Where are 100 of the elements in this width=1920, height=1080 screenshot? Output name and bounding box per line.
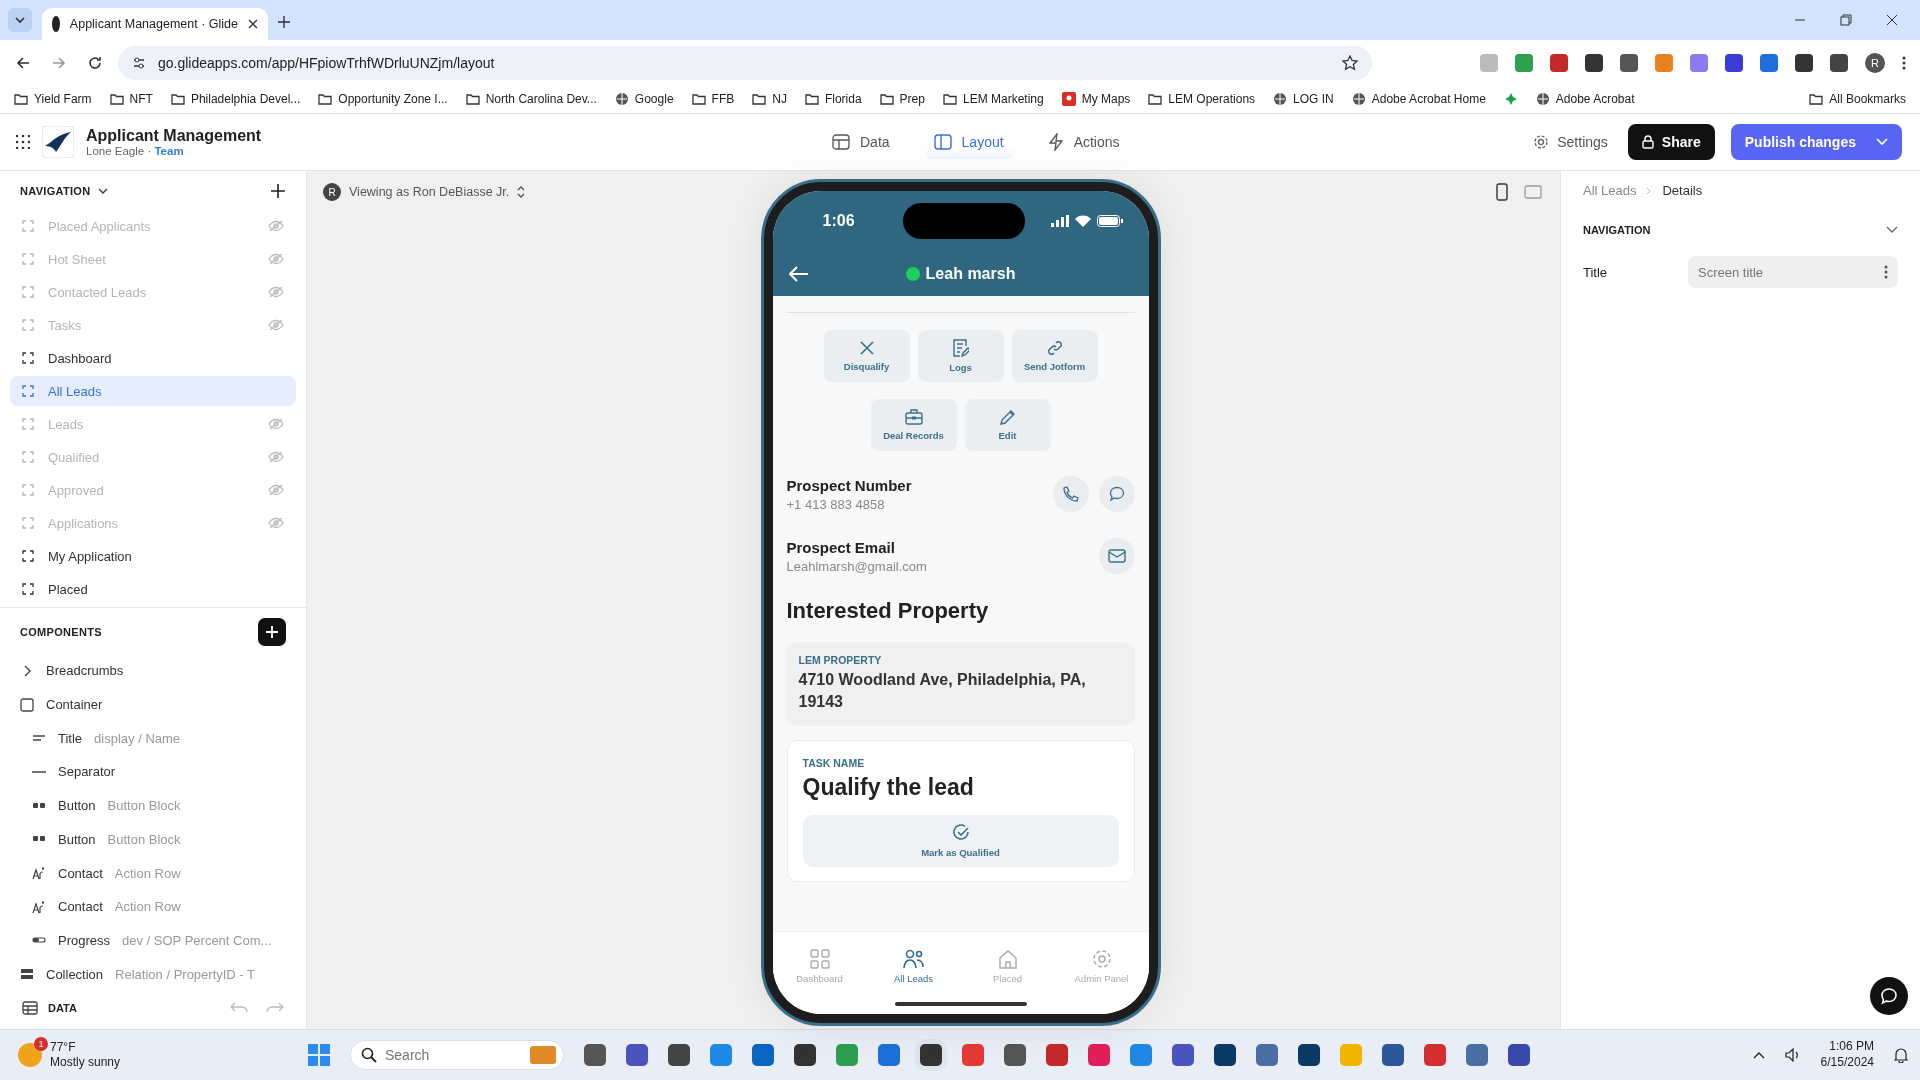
bell-icon[interactable] xyxy=(1894,1047,1908,1063)
component-item[interactable]: Progress dev / SOP Percent Com... xyxy=(20,923,286,958)
extension-icon[interactable] xyxy=(1795,53,1813,72)
bookmark[interactable]: North Carolina Dev... xyxy=(465,92,597,106)
chevron-down-icon[interactable] xyxy=(1886,226,1898,234)
component-item[interactable]: Contact Action Row xyxy=(20,856,286,890)
close-icon[interactable] xyxy=(248,19,258,29)
bottom-tab[interactable]: All Leads xyxy=(873,948,954,984)
browser-tab[interactable]: Applicant Management · Glide xyxy=(42,8,268,40)
bookmark[interactable]: Prep xyxy=(879,92,925,106)
data-link[interactable]: DATA xyxy=(22,1001,77,1015)
taskbar-app-icon[interactable] xyxy=(1046,1044,1068,1066)
component-item[interactable]: Separator xyxy=(20,755,286,789)
all-bookmarks[interactable]: All Bookmarks xyxy=(1809,92,1906,106)
taskbar-app-icon[interactable] xyxy=(1172,1044,1194,1066)
navigation-item[interactable]: Placed xyxy=(10,574,296,604)
taskbar-app-icon[interactable] xyxy=(668,1044,690,1066)
action-button[interactable]: Logs xyxy=(917,330,1004,382)
extension-icon[interactable] xyxy=(1550,53,1568,72)
star-icon[interactable] xyxy=(1342,54,1358,71)
site-settings-icon[interactable] xyxy=(132,55,146,70)
bookmark[interactable]: Yield Farm xyxy=(14,92,92,106)
forward-icon[interactable] xyxy=(52,55,66,70)
bookmark[interactable]: NFT xyxy=(109,92,153,106)
bookmark[interactable]: Adobe Acrobat Home xyxy=(1351,92,1486,106)
message-button[interactable] xyxy=(1098,476,1135,512)
breadcrumb-link[interactable]: All Leads xyxy=(1583,183,1637,198)
profile-avatar[interactable]: R xyxy=(1865,52,1885,73)
component-item[interactable]: Container xyxy=(20,687,286,722)
close-icon[interactable] xyxy=(1886,14,1898,26)
component-item[interactable]: Breadcrumbs xyxy=(20,654,286,688)
screen-title-field[interactable]: Screen title xyxy=(1688,256,1898,288)
taskbar-app-icon[interactable] xyxy=(1508,1044,1530,1066)
taskbar-clock[interactable]: 1:06 PM 6/15/2024 xyxy=(1820,1039,1874,1071)
taskbar-app-icon[interactable] xyxy=(1298,1044,1320,1066)
add-component-button[interactable] xyxy=(258,618,286,646)
taskbar-app-icon[interactable] xyxy=(1214,1044,1236,1066)
editor-tab[interactable]: Data xyxy=(822,125,900,159)
bookmark[interactable] xyxy=(1503,92,1518,106)
new-tab-icon[interactable] xyxy=(278,16,290,28)
action-button[interactable]: Disqualify xyxy=(823,330,910,382)
editor-tab[interactable]: Actions xyxy=(1037,125,1130,159)
bookmark[interactable]: FFB xyxy=(691,92,735,106)
component-item[interactable]: Collection Relation / PropertyID - T xyxy=(20,957,286,991)
extension-icon[interactable] xyxy=(1725,53,1743,72)
chevron-down-icon[interactable] xyxy=(98,188,109,194)
taskbar-app-icon[interactable] xyxy=(794,1044,816,1066)
bookmark[interactable]: My Maps xyxy=(1061,92,1131,106)
reload-icon[interactable] xyxy=(88,55,102,70)
bookmark[interactable]: Florida xyxy=(804,92,862,106)
restore-icon[interactable] xyxy=(1840,14,1852,26)
email-button[interactable] xyxy=(1098,538,1135,574)
component-item[interactable]: Button Button Block xyxy=(20,822,286,857)
back-icon[interactable] xyxy=(16,55,30,70)
user-switcher[interactable]: R Viewing as Ron DeBiasse Jr. xyxy=(323,183,526,201)
navigation-heading[interactable]: NAVIGATION xyxy=(20,185,91,197)
share-button[interactable]: Share xyxy=(1627,124,1715,160)
caret-icon[interactable] xyxy=(1876,138,1888,146)
weather-widget[interactable]: 1 77°F Mostly sunny xyxy=(18,1040,308,1070)
settings-button[interactable]: Settings xyxy=(1533,134,1608,150)
extension-icon[interactable] xyxy=(1585,53,1603,72)
bookmark[interactable]: Adobe Acrobat xyxy=(1535,92,1635,106)
apps-grid-icon[interactable] xyxy=(16,135,30,149)
phone-device-icon[interactable] xyxy=(1496,183,1508,201)
component-item[interactable]: Contact Action Row xyxy=(20,889,286,924)
action-button[interactable]: Send Jotform xyxy=(1011,330,1098,382)
action-button[interactable]: Deal Records xyxy=(870,399,957,451)
navigation-item[interactable]: My Application xyxy=(10,541,296,571)
navigation-item[interactable]: All Leads xyxy=(10,376,296,406)
bookmark[interactable]: LEM Operations xyxy=(1148,92,1256,106)
more-icon[interactable] xyxy=(1884,265,1888,279)
taskbar-app-icon[interactable] xyxy=(1004,1044,1026,1066)
publish-button[interactable]: Publish changes xyxy=(1730,124,1902,160)
chat-button[interactable] xyxy=(1870,977,1908,1015)
component-item[interactable]: Button Button Block xyxy=(20,788,286,823)
add-icon[interactable] xyxy=(270,183,286,199)
more-icon[interactable] xyxy=(1902,55,1906,70)
mark-qualified-button[interactable]: Mark as Qualified xyxy=(802,814,1119,867)
taskbar-app-icon[interactable] xyxy=(626,1044,648,1066)
section-heading[interactable]: NAVIGATION xyxy=(1583,224,1651,236)
address-bar[interactable]: go.glideapps.com/app/HFpiowTrhfWDrluUNZjm/layout xyxy=(118,45,1372,80)
speaker-icon[interactable] xyxy=(1784,1048,1801,1062)
call-button[interactable] xyxy=(1052,476,1089,512)
tab-search-icon[interactable] xyxy=(8,8,32,32)
component-item[interactable]: Title display / Name xyxy=(20,721,286,756)
bookmark[interactable]: LEM Marketing xyxy=(942,92,1044,106)
taskbar-app-icon[interactable] xyxy=(752,1044,774,1066)
extension-icon[interactable] xyxy=(1620,53,1638,72)
bookmark[interactable]: Google xyxy=(614,92,674,106)
windows-start-icon[interactable] xyxy=(308,1044,330,1066)
extension-icon[interactable] xyxy=(1830,53,1848,72)
action-button[interactable]: Edit xyxy=(964,399,1051,451)
bookmark[interactable]: Philadelphia Devel... xyxy=(170,92,301,106)
chevron-up-icon[interactable] xyxy=(1752,1051,1765,1059)
bookmark[interactable]: LOG IN xyxy=(1273,92,1334,106)
bookmark[interactable]: Opportunity Zone I... xyxy=(318,92,448,106)
taskbar-app-icon[interactable] xyxy=(1382,1044,1404,1066)
navigation-item[interactable]: Dashboard xyxy=(10,343,296,373)
taskbar-app-icon[interactable] xyxy=(584,1044,606,1066)
bookmark[interactable]: NJ xyxy=(752,92,787,106)
